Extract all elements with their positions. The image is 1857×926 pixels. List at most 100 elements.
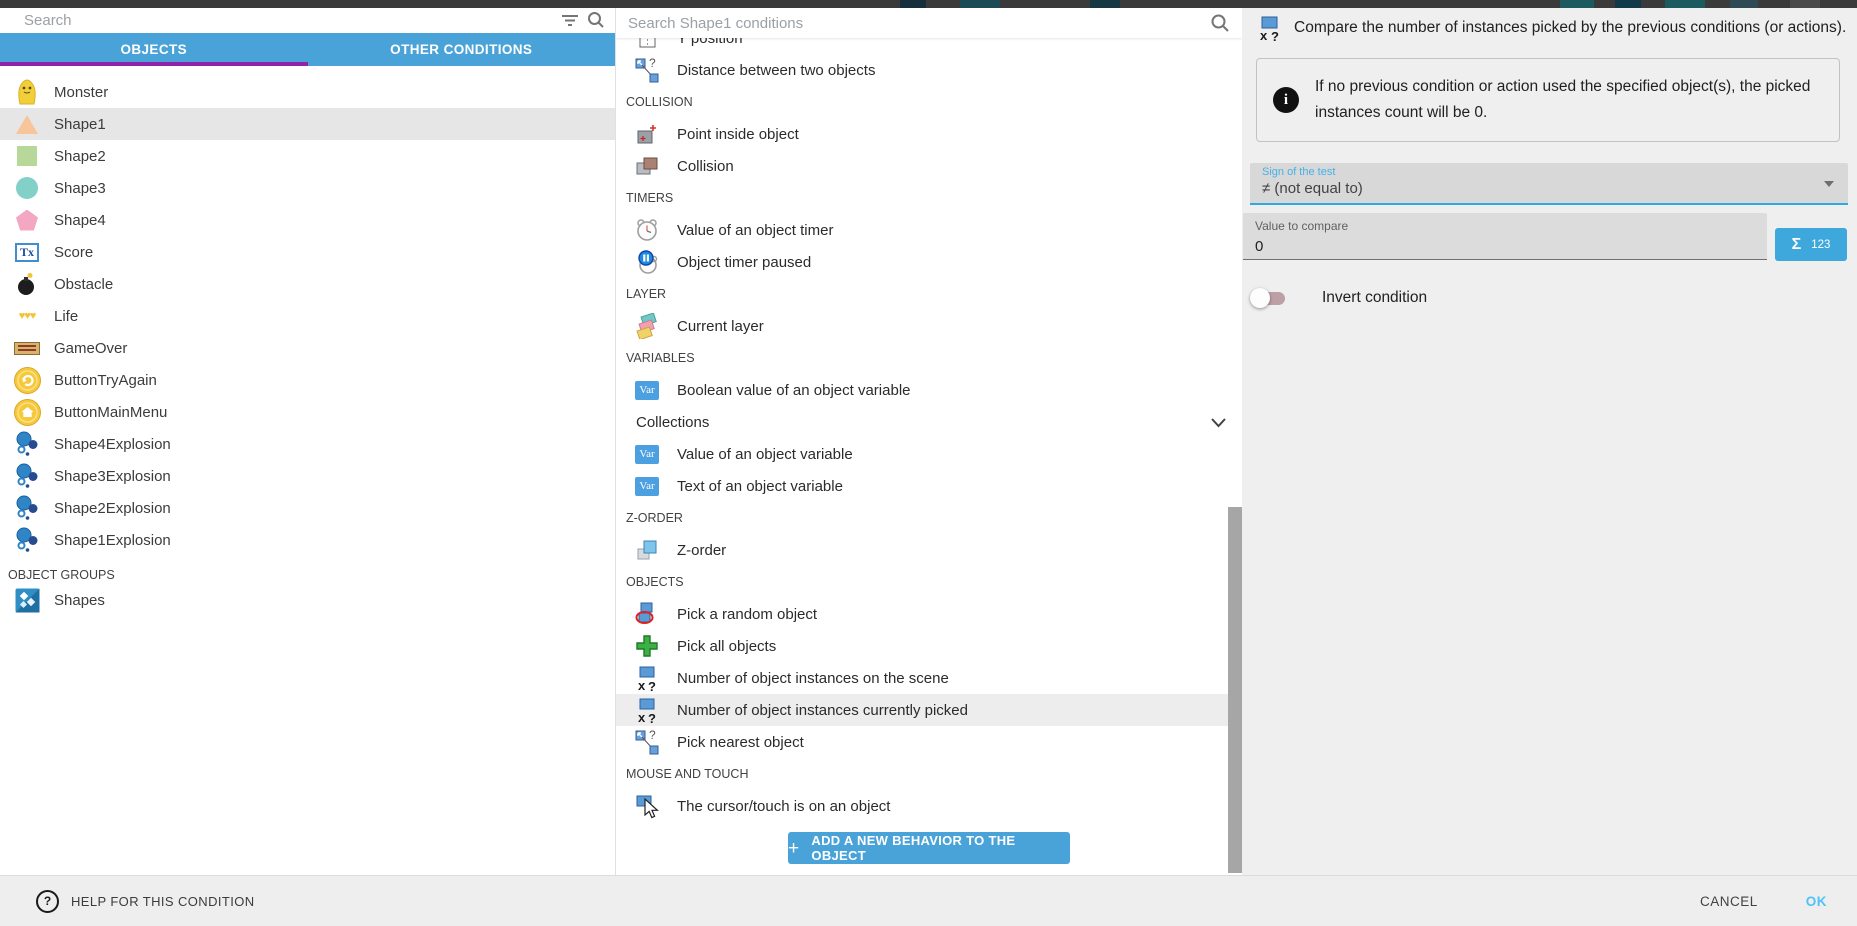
object-label: Shape1 [54,116,106,133]
dialog-footer: ? HELP FOR THIS CONDITION CANCEL OK [0,875,1857,926]
object-row[interactable]: Tx Score [0,236,615,268]
conditions-search-input[interactable]: Search Shape1 conditions [616,8,1242,38]
info-box: i If no previous condition or action use… [1256,58,1840,142]
retry-button-icon [0,367,54,394]
particle-emitter-icon [0,431,54,458]
condition-row[interactable]: Collision [616,150,1242,182]
condition-row[interactable]: Z-order [616,534,1242,566]
particle-emitter-icon [0,495,54,522]
object-row[interactable]: Shape3Explosion [0,460,615,492]
condition-row[interactable]: x? Number of object instances on the sce… [616,662,1242,694]
particle-emitter-icon [0,463,54,490]
condition-row[interactable]: ? Pick nearest object [616,726,1242,758]
conditions-scrollbar-thumb[interactable] [1228,507,1242,873]
sign-of-test-select[interactable]: Sign of the test ≠ (not equal to) [1250,163,1848,205]
objects-search-input[interactable]: Search [0,8,615,33]
subgroup-label: Collections [636,414,709,431]
condition-section-header: MOUSE AND TOUCH [616,758,1242,790]
background-fragment [1560,0,1594,8]
square-icon [0,146,54,166]
timer-paused-icon [633,249,661,275]
background-fragment [900,0,926,8]
object-group-label: Shapes [54,592,105,609]
object-label: Shape4 [54,212,106,229]
condition-row[interactable]: The cursor/touch is on an object [616,790,1242,822]
background-fragment [1730,0,1758,8]
filter-icon[interactable] [561,12,579,33]
object-label: ButtonTryAgain [54,372,157,389]
object-row[interactable]: Shape2Explosion [0,492,615,524]
object-row[interactable]: Shape4Explosion [0,428,615,460]
object-row[interactable]: GameOver [0,332,615,364]
variable-icon: Var [633,477,661,496]
object-row[interactable]: Shape4 [0,204,615,236]
condition-label: Collision [677,158,734,175]
condition-label: Value of an object timer [677,222,833,239]
condition-row[interactable]: Point inside object [616,118,1242,150]
objects-search-placeholder: Search [0,12,72,29]
condition-label: Z-order [677,542,726,559]
instance-count-icon: x? [633,697,661,724]
svg-text:x: x [638,710,646,724]
bomb-icon [0,272,54,296]
dropdown-arrow-icon [1824,181,1834,187]
condition-row[interactable]: Var Value of an object variable [616,438,1242,470]
object-label: GameOver [54,340,127,357]
condition-label: Current layer [677,318,764,335]
condition-row[interactable]: Object timer paused [616,246,1242,278]
info-text: If no previous condition or action used … [1315,74,1823,126]
condition-label: Value of an object variable [677,446,853,463]
object-row[interactable]: Shape1 [0,108,615,140]
object-label: Score [54,244,93,261]
object-row[interactable]: ♥♥♥ Life [0,300,615,332]
object-row[interactable]: ButtonMainMenu [0,396,615,428]
search-icon[interactable] [1210,13,1230,38]
object-row[interactable]: Shape3 [0,172,615,204]
object-row[interactable]: Monster [0,76,615,108]
value-to-compare-input[interactable]: Value to compare 0 [1243,213,1767,260]
tab-other-conditions[interactable]: OTHER CONDITIONS [308,33,616,66]
svg-text:?: ? [648,711,656,724]
background-fragment [1090,0,1120,8]
conditions-list: Y position ? Distance between two object… [616,22,1242,864]
particle-emitter-icon [0,527,54,554]
object-row[interactable]: Obstacle [0,268,615,300]
condition-row[interactable]: Current layer [616,310,1242,342]
condition-label: Distance between two objects [677,62,875,79]
condition-row[interactable]: Var Boolean value of an object variable [616,374,1242,406]
condition-row[interactable]: Var Text of an object variable [616,470,1242,502]
condition-row[interactable]: Pick a random object [616,598,1242,630]
invert-condition-row: Invert condition [1250,284,1427,312]
background-fragment [1615,0,1641,8]
object-groups-header: OBJECT GROUPS [0,556,615,584]
object-row[interactable]: Shape1Explosion [0,524,615,556]
add-behavior-button[interactable]: + ADD A NEW BEHAVIOR TO THE OBJECT [788,832,1070,864]
object-group-row[interactable]: Shapes [0,584,615,616]
condition-row[interactable]: ? Distance between two objects [616,54,1242,86]
toggle-knob [1250,288,1270,308]
cancel-button[interactable]: CANCEL [1700,894,1758,909]
object-label: Monster [54,84,108,101]
search-icon[interactable] [587,11,605,34]
background-fragment [960,0,1000,8]
expression-editor-button[interactable]: Σ 123 [1775,228,1847,261]
object-row[interactable]: ButtonTryAgain [0,364,615,396]
invert-condition-toggle[interactable] [1250,286,1288,310]
svg-text:?: ? [648,679,656,692]
condition-row[interactable]: Pick all objects [616,630,1242,662]
condition-label: Point inside object [677,126,799,143]
ok-button[interactable]: OK [1806,894,1827,909]
triangle-icon [0,115,54,134]
expression-123-label: 123 [1811,239,1830,251]
help-for-condition-button[interactable]: ? HELP FOR THIS CONDITION [36,890,255,913]
variable-icon: Var [633,445,661,464]
sigma-icon: Σ [1792,236,1802,254]
svg-text:?: ? [649,57,656,70]
condition-label: Pick a random object [677,606,817,623]
layers-icon [633,313,661,339]
add-behavior-label: ADD A NEW BEHAVIOR TO THE OBJECT [811,833,1070,863]
object-row[interactable]: Shape2 [0,140,615,172]
condition-subgroup-collections[interactable]: Collections [616,406,1242,438]
condition-row[interactable]: Value of an object timer [616,214,1242,246]
condition-row-selected[interactable]: x? Number of object instances currently … [616,694,1242,726]
